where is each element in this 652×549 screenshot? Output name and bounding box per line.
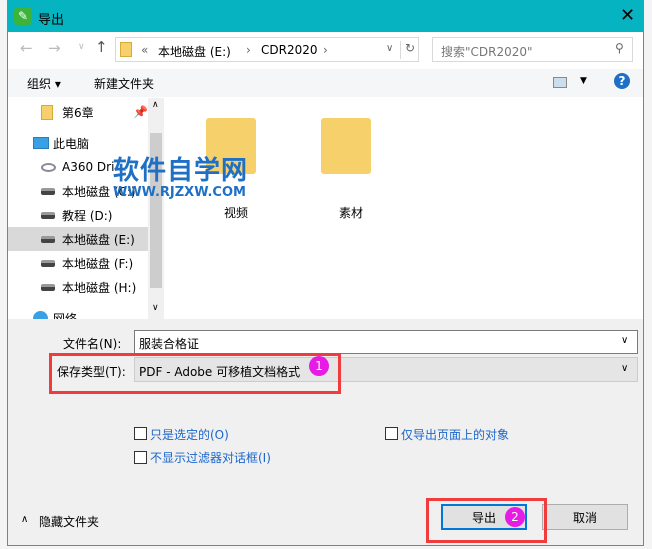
- breadcrumb-overflow[interactable]: «: [141, 43, 148, 57]
- cancel-label: 取消: [572, 510, 597, 525]
- new-folder-button[interactable]: 新建文件夹: [94, 75, 154, 92]
- folder-icon: [120, 42, 132, 57]
- file-name: 视频: [224, 206, 249, 220]
- up-icon[interactable]: ↑: [95, 38, 108, 56]
- hide-folders-button[interactable]: 隐藏文件夹: [39, 513, 99, 530]
- sidebar-item-network[interactable]: 网络: [8, 306, 148, 319]
- no-filter-dialog-checkbox[interactable]: [134, 451, 147, 464]
- window-title: 导出: [38, 13, 65, 28]
- close-icon[interactable]: ✕: [620, 5, 635, 26]
- selected-only-checkbox[interactable]: [134, 427, 147, 440]
- sidebar: 第6章 📌 此电脑 A360 Dri 本地磁盘 (C:) 教程 (D:) 本地磁盘…: [8, 98, 148, 319]
- address-bar[interactable]: « 本地磁盘 (E:) › CDR2020 › ∨ ↻: [115, 37, 419, 62]
- sidebar-scrollbar[interactable]: ∧ ∨: [148, 98, 164, 319]
- sidebar-item-label: A360 Dri: [62, 160, 115, 174]
- chevron-right-icon[interactable]: ›: [323, 43, 328, 57]
- computer-icon: [33, 137, 49, 149]
- sidebar-item-drive-e[interactable]: 本地磁盘 (E:): [8, 227, 148, 251]
- filename-input[interactable]: 服装合格证 ∨: [134, 330, 638, 354]
- watermark-title: 软件自学网: [113, 156, 249, 186]
- network-icon: [33, 310, 48, 319]
- watermark-url: WWW.RJZXW.COM: [113, 185, 246, 200]
- breadcrumb-item[interactable]: CDR2020: [261, 43, 318, 57]
- view-dropdown-icon[interactable]: ▼: [580, 76, 587, 86]
- cloud-icon: [41, 162, 56, 172]
- recent-chevron-icon[interactable]: ∨: [78, 42, 85, 52]
- drive-icon: [41, 259, 55, 267]
- folder-icon: [321, 118, 371, 174]
- search-icon[interactable]: ⚲: [615, 41, 624, 55]
- sidebar-item-label: 此电脑: [53, 136, 90, 151]
- toolbar: 组织 ▾ 新建文件夹 ▼ ?: [8, 69, 643, 97]
- chevron-up-icon[interactable]: ∧: [21, 514, 28, 525]
- sidebar-item-label: 本地磁盘 (E:): [62, 232, 135, 247]
- breadcrumb-item[interactable]: 本地磁盘 (E:): [158, 43, 231, 60]
- drive-icon: [41, 235, 55, 243]
- watermark: 软件自学网 WWW.RJZXW.COM: [113, 150, 248, 200]
- export-dialog: ✎ 导出 ✕ ← → ∨ ↑ « 本地磁盘 (E:) › CDR2020 › ∨…: [7, 0, 644, 546]
- filename-value: 服装合格证: [139, 337, 200, 351]
- filename-label: 文件名(N):: [63, 337, 122, 351]
- search-placeholder: 搜索"CDR2020": [441, 45, 533, 59]
- sidebar-item-label: 本地磁盘 (F:): [62, 256, 134, 271]
- page-objects-label[interactable]: 仅导出页面上的对象: [401, 426, 509, 443]
- drive-icon: [41, 187, 55, 195]
- scroll-up-icon[interactable]: ∧: [152, 100, 159, 110]
- sidebar-item-drive-h[interactable]: 本地磁盘 (H:): [8, 275, 148, 299]
- step-badge: 2: [505, 507, 525, 527]
- drive-icon: [41, 283, 55, 291]
- sidebar-item-drive-d[interactable]: 教程 (D:): [8, 203, 148, 227]
- title-bar: ✎ 导出 ✕: [8, 1, 643, 32]
- view-icon[interactable]: [553, 77, 567, 88]
- sidebar-item-drive-f[interactable]: 本地磁盘 (F:): [8, 251, 148, 275]
- folder-icon: [41, 104, 53, 120]
- drive-icon: [41, 211, 55, 219]
- file-name: 素材: [339, 206, 364, 220]
- sidebar-item-chapter6[interactable]: 第6章 📌: [8, 100, 148, 124]
- sidebar-item-label: 网络: [53, 311, 78, 320]
- chevron-right-icon[interactable]: ›: [246, 43, 251, 57]
- help-button[interactable]: ?: [614, 73, 630, 89]
- organize-button[interactable]: 组织 ▾: [27, 75, 61, 92]
- page-objects-checkbox[interactable]: [385, 427, 398, 440]
- forward-icon[interactable]: →: [48, 39, 61, 57]
- cancel-button[interactable]: 取消: [542, 504, 628, 530]
- sidebar-item-label: 本地磁盘 (H:): [62, 280, 137, 295]
- browser-area: ← → ∨ ↑ « 本地磁盘 (E:) › CDR2020 › ∨ ↻ 搜索"C…: [8, 32, 643, 319]
- chevron-down-icon[interactable]: ∨: [621, 335, 628, 346]
- selected-only-label[interactable]: 只是选定的(O): [150, 426, 229, 443]
- no-filter-dialog-label[interactable]: 不显示过滤器对话框(I): [150, 449, 271, 466]
- chevron-down-icon[interactable]: ∨: [386, 43, 393, 54]
- scroll-down-icon[interactable]: ∨: [152, 303, 159, 313]
- step-badge: 1: [309, 356, 329, 376]
- app-icon: ✎: [14, 7, 32, 25]
- sidebar-item-label: 教程 (D:): [62, 208, 113, 223]
- search-input[interactable]: 搜索"CDR2020" ⚲: [432, 37, 633, 62]
- pin-icon[interactable]: 📌: [133, 105, 148, 119]
- chevron-down-icon[interactable]: ∨: [621, 363, 628, 374]
- highlight-box: [426, 498, 547, 543]
- sidebar-item-label: 第6章: [62, 105, 94, 120]
- file-item[interactable]: 素材: [313, 114, 393, 224]
- refresh-icon[interactable]: ↻: [400, 41, 415, 59]
- highlight-box: [49, 353, 341, 394]
- back-icon[interactable]: ←: [20, 39, 33, 57]
